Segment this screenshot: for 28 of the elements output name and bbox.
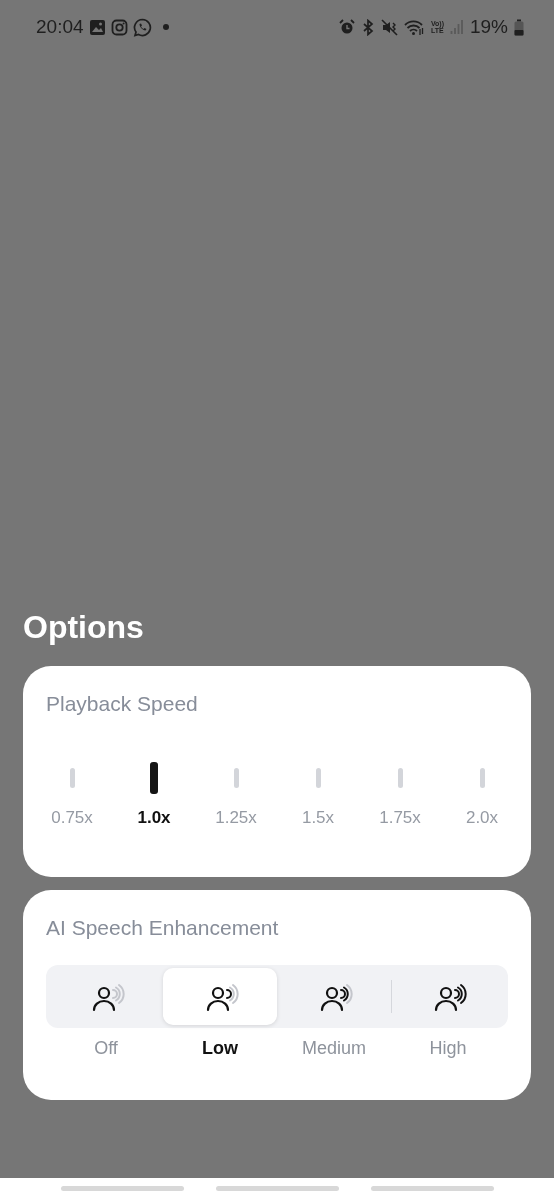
muted-vibrate-icon xyxy=(380,18,398,36)
level-label: Off xyxy=(94,1038,118,1059)
camera-app-icon xyxy=(110,18,128,36)
speed-option[interactable]: 1.25x xyxy=(195,761,277,828)
alarm-clock-icon xyxy=(338,19,355,35)
speed-option[interactable]: 1.75x xyxy=(359,761,441,828)
nav-handle[interactable] xyxy=(215,1186,339,1191)
nav-handle[interactable] xyxy=(60,1186,184,1191)
section-title: Playback Speed xyxy=(46,692,198,716)
options-title: Options xyxy=(23,608,144,647)
speed-option[interactable]: 2.0x xyxy=(441,761,523,828)
image-icon xyxy=(88,18,106,36)
chat-bubble-icon xyxy=(132,17,152,37)
level-label: High xyxy=(429,1038,467,1059)
enhancement-level-button[interactable] xyxy=(163,968,277,1025)
level-label: Low xyxy=(202,1038,238,1059)
signal-icon xyxy=(449,19,464,35)
speed-option[interactable]: 0.75x xyxy=(31,761,113,828)
level-label: Medium xyxy=(302,1038,366,1059)
speed-option[interactable]: 1.5x xyxy=(277,761,359,828)
battery-icon xyxy=(514,18,524,36)
section-title: AI Speech Enhancement xyxy=(46,916,279,940)
notification-dot-icon xyxy=(162,24,169,30)
wifi-icon xyxy=(403,18,425,36)
battery-percentage: 19% xyxy=(469,16,508,38)
nav-handle[interactable] xyxy=(370,1186,494,1191)
clock-time: 20:04 xyxy=(36,16,84,38)
speed-option[interactable]: 1.0x xyxy=(113,761,195,828)
